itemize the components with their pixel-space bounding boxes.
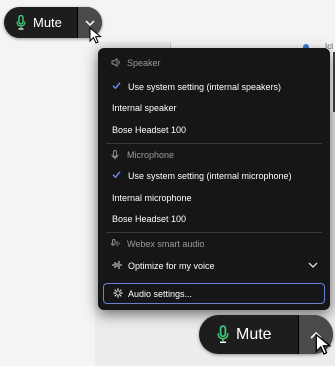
mute-label-bottom: Mute [236, 325, 272, 343]
microphone-option-label: Use system setting (internal microphone) [128, 171, 292, 181]
mute-button-bottom[interactable]: Mute [199, 315, 333, 354]
microphone-option-label: Internal microphone [112, 193, 192, 203]
optimize-select[interactable]: Optimize for my voice [98, 259, 330, 273]
speaker-option-internal[interactable]: Internal speaker [98, 101, 330, 115]
divider [106, 143, 322, 144]
mute-button-top[interactable]: Mute [4, 7, 102, 38]
voice-icon [112, 260, 122, 272]
microphone-option-internal[interactable]: Internal microphone [98, 191, 330, 205]
microphone-icon [16, 15, 26, 30]
audio-settings-button[interactable]: Audio settings... [103, 283, 325, 304]
speaker-option-label: Bose Headset 100 [112, 125, 187, 135]
microphone-header-label: Microphone [127, 150, 175, 160]
speaker-icon [111, 57, 121, 69]
audio-settings-label: Audio settings... [128, 288, 193, 299]
checkmark-icon [112, 170, 121, 181]
speaker-option-label: Use system setting (internal speakers) [128, 82, 282, 92]
speaker-option-system[interactable]: Use system setting (internal speakers) [98, 80, 330, 94]
gear-icon [113, 288, 123, 300]
mouse-cursor-icon [315, 333, 332, 355]
optimize-select-value: Optimize for my voice [128, 261, 215, 271]
microphone-icon [111, 150, 119, 162]
microphone-icon [217, 325, 229, 344]
checkmark-icon [112, 81, 121, 92]
audio-options-menu: Speaker Use system setting (internal spe… [98, 48, 330, 310]
speaker-section-header: Speaker [98, 56, 330, 70]
microphone-option-bose[interactable]: Bose Headset 100 [98, 212, 330, 226]
mute-toggle-top[interactable]: Mute [4, 7, 70, 38]
speaker-option-label: Internal speaker [112, 103, 177, 113]
smart-audio-icon [111, 239, 120, 250]
mute-toggle-bottom[interactable]: Mute [199, 315, 284, 354]
microphone-option-label: Bose Headset 100 [112, 214, 187, 224]
smart-audio-header-label: Webex smart audio [127, 239, 205, 249]
speaker-header-label: Speaker [127, 58, 161, 68]
microphone-section-header: Microphone [98, 148, 330, 162]
smart-audio-section-header: Webex smart audio [98, 237, 330, 251]
mouse-cursor-icon [89, 27, 102, 44]
divider [106, 232, 322, 233]
microphone-option-system[interactable]: Use system setting (internal microphone) [98, 169, 330, 183]
mute-label-top: Mute [33, 15, 62, 30]
speaker-option-bose[interactable]: Bose Headset 100 [98, 123, 330, 137]
chevron-down-icon [308, 261, 318, 271]
